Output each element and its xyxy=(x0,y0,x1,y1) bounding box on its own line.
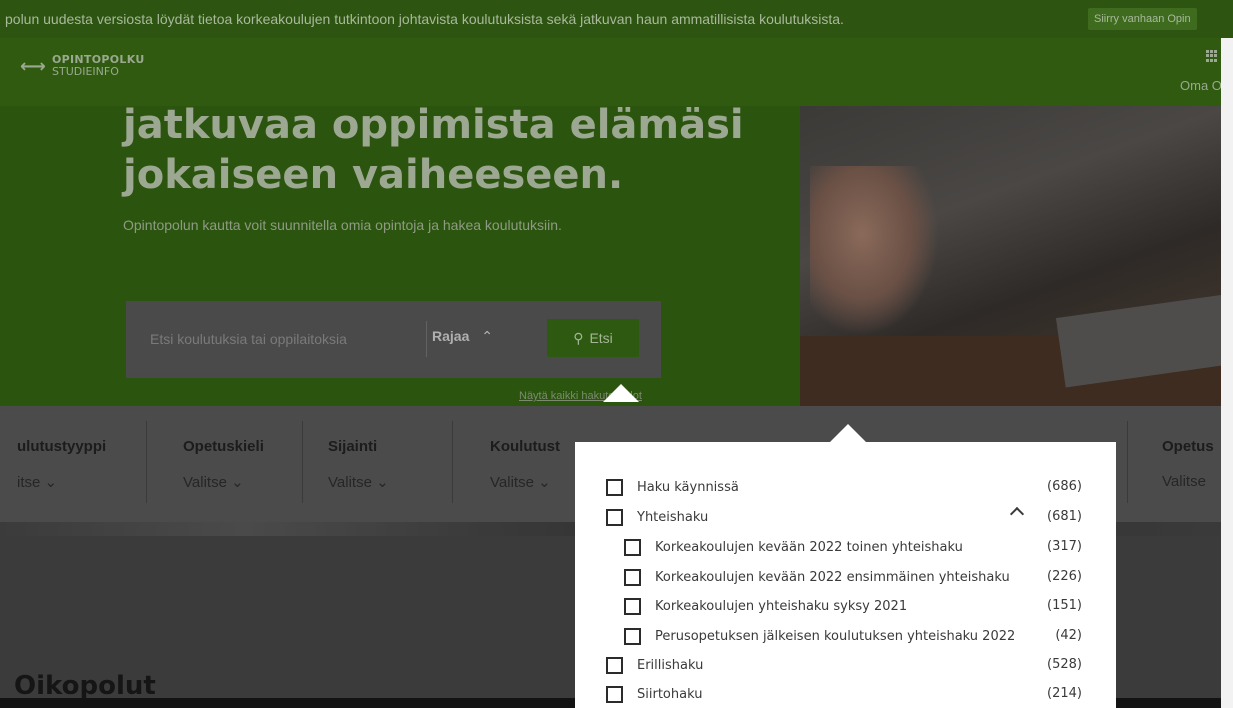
search-divider xyxy=(426,321,427,357)
option-count: (42) xyxy=(1055,628,1082,643)
option-kk-kevat-2022-toinen[interactable]: Korkeakoulujen kevään 2022 toinen yhteis… xyxy=(624,535,963,559)
dropdown-arrow xyxy=(830,424,866,442)
option-perusopetuksen-jalkeinen-2022[interactable]: Perusopetuksen jälkeisen koulutuksen yht… xyxy=(624,624,1015,648)
checkbox[interactable] xyxy=(606,478,623,496)
option-label: Erillishaku xyxy=(637,657,704,673)
checkbox[interactable] xyxy=(606,685,623,703)
option-count: (686) xyxy=(1047,479,1082,494)
filter-sijainti[interactable]: Sijainti Valitse ⌄ xyxy=(302,406,452,522)
search-input[interactable] xyxy=(150,326,426,352)
filter-label: Opetus xyxy=(1162,438,1214,455)
hero-section: jatkuvaa oppimista elämäsi jokaiseen vai… xyxy=(0,106,800,406)
option-label: Siirtohaku xyxy=(637,686,703,702)
chevron-up-icon: ⌃ xyxy=(481,328,493,344)
filter-value: Valitse ⌄ xyxy=(490,474,551,491)
filter-label: Sijainti xyxy=(328,438,378,455)
filter-koulutustyyppi[interactable]: ulutustyyppi itse ⌄ xyxy=(0,406,146,522)
option-label: Korkeakoulujen kevään 2022 toinen yhteis… xyxy=(655,539,963,555)
option-count: (528) xyxy=(1047,657,1082,672)
option-siirtohaku[interactable]: Siirtohaku xyxy=(606,682,702,706)
site-header: ⟷ OPINTOPOLKU STUDIEINFO Oma Opin xyxy=(0,38,1233,106)
search-button[interactable]: ⚲ Etsi xyxy=(547,319,639,357)
checkbox[interactable] xyxy=(606,656,623,674)
banner-text: polun uudesta versiosta löydät tietoa ko… xyxy=(5,11,844,27)
option-count: (151) xyxy=(1047,598,1082,613)
search-icon: ⚲ xyxy=(573,329,584,346)
search-button-label: Etsi xyxy=(589,330,613,346)
option-label: Perusopetuksen jälkeisen koulutuksen yht… xyxy=(655,628,1016,644)
filter-koulutustaso[interactable]: Koulutust Valitse ⌄ xyxy=(452,406,592,522)
rajaa-popover-arrow xyxy=(603,384,639,402)
filter-value: Valitse ⌄ xyxy=(328,474,389,491)
apps-grid-icon[interactable] xyxy=(1206,50,1218,62)
checkbox[interactable] xyxy=(624,538,641,556)
option-count: (226) xyxy=(1047,569,1082,584)
option-label: Korkeakoulujen yhteishaku syksy 2021 xyxy=(655,598,908,614)
filter-opetusaika[interactable]: Opetus Valitse xyxy=(1127,406,1221,522)
checkbox[interactable] xyxy=(624,568,641,586)
logo-subtitle: STUDIEINFO xyxy=(52,65,119,78)
hero-title-line2: jokaiseen vaiheeseen. xyxy=(123,152,624,198)
filter-value: Valitse ⌄ xyxy=(183,474,244,491)
filter-opetuskieli[interactable]: Opetuskieli Valitse ⌄ xyxy=(146,406,302,522)
checkbox[interactable] xyxy=(624,597,641,615)
filter-label: ulutustyyppi xyxy=(17,438,107,455)
checkbox[interactable] xyxy=(624,627,641,645)
rajaa-label: Rajaa xyxy=(432,328,470,344)
hero-title-line1: jatkuvaa oppimista elämäsi xyxy=(123,106,744,148)
old-version-button[interactable]: Siirry vanhaan Opin xyxy=(1088,8,1197,30)
rajaa-toggle[interactable]: Rajaa ⌃ xyxy=(432,328,493,345)
option-label: Haku käynnissä xyxy=(637,479,739,495)
hero-title: jatkuvaa oppimista elämäsi jokaiseen vai… xyxy=(123,106,744,200)
logo[interactable]: OPINTOPOLKU STUDIEINFO xyxy=(52,54,145,78)
option-label: Yhteishaku xyxy=(637,509,709,525)
filter-label: Opetuskieli xyxy=(183,438,264,455)
filter-label: Koulutust xyxy=(490,438,560,455)
option-haku-kaynnissa[interactable]: Haku käynnissä xyxy=(606,475,739,499)
checkbox[interactable] xyxy=(606,508,623,526)
filter-value: Valitse xyxy=(1162,473,1206,490)
hero-image xyxy=(800,106,1221,406)
option-yhteishaku[interactable]: Yhteishaku xyxy=(606,505,708,529)
option-kk-syksy-2021[interactable]: Korkeakoulujen yhteishaku syksy 2021 xyxy=(624,594,907,618)
option-label: Korkeakoulujen kevään 2022 ensimmäinen y… xyxy=(655,569,1010,585)
logo-icon[interactable]: ⟷ xyxy=(20,56,46,77)
option-kk-kevat-2022-ensimmainen[interactable]: Korkeakoulujen kevään 2022 ensimmäinen y… xyxy=(624,565,1010,589)
option-erillishaku[interactable]: Erillishaku xyxy=(606,653,703,677)
page-edge xyxy=(1221,38,1233,708)
search-panel: Rajaa ⌃ ⚲ Etsi xyxy=(126,301,661,378)
option-count: (317) xyxy=(1047,539,1082,554)
oikopolut-heading: Oikopolut xyxy=(14,671,156,701)
option-count: (214) xyxy=(1047,686,1082,701)
option-count: (681) xyxy=(1047,509,1082,524)
filter-value: itse ⌄ xyxy=(17,474,58,491)
info-banner: polun uudesta versiosta löydät tietoa ko… xyxy=(0,0,1233,38)
hero-lead: Opintopolun kautta voit suunnitella omia… xyxy=(123,217,562,233)
